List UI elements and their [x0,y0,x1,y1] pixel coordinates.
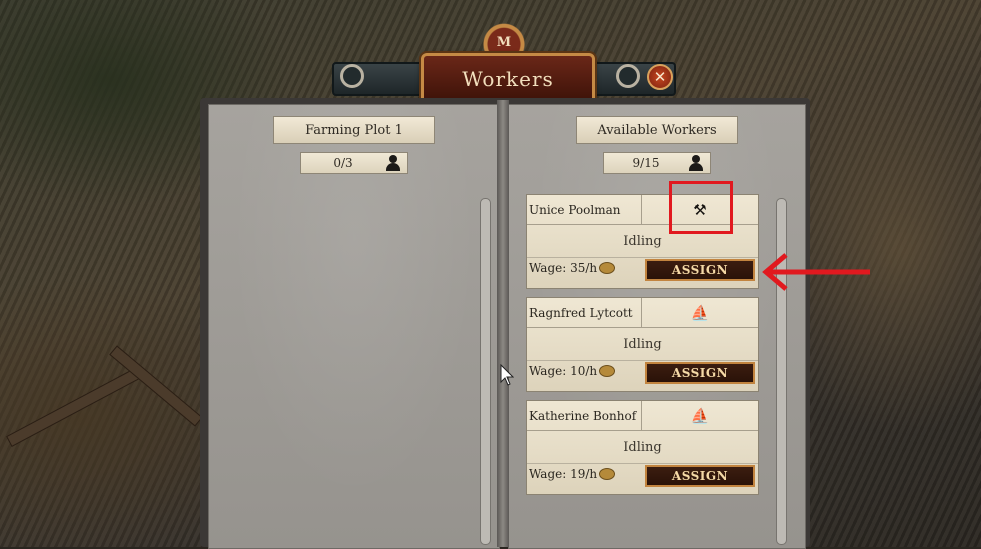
right-scrollbar[interactable] [776,198,787,545]
worker-wage: Wage: 19/h [529,467,616,481]
sailboat-icon[interactable]: ⛵ [642,401,758,431]
coin-icon [599,468,616,480]
close-button[interactable]: ✕ [647,64,673,90]
worker-wage: Wage: 10/h [529,364,616,378]
annotation-arrow-icon [762,253,870,291]
worker-status: Idling [527,328,758,361]
mouse-cursor-icon [500,364,514,386]
assign-button[interactable]: ASSIGN [645,259,755,281]
worker-wage: Wage: 35/h [529,261,616,275]
annotation-highlight-box [669,181,733,234]
coin-icon [599,365,616,377]
plot-worker-count: 0/3 [300,152,408,174]
gear-ornament-icon [616,64,640,88]
available-workers-label: Available Workers [576,116,738,144]
worker-card: Katherine Bonhof ⛵ Idling Wage: 19/h ASS… [526,400,759,495]
gear-ornament-icon [340,64,364,88]
person-icon [688,155,704,171]
worker-status: Idling [527,431,758,464]
coin-icon [599,262,616,274]
book-spine [497,100,509,547]
worker-name: Unice Poolman [527,195,642,225]
plot-name-label: Farming Plot 1 [273,116,435,144]
assign-button[interactable]: ASSIGN [645,465,755,487]
left-scrollbar[interactable] [480,198,491,545]
assign-button[interactable]: ASSIGN [645,362,755,384]
worker-name: Ragnfred Lytcott [527,298,642,328]
available-worker-count: 9/15 [603,152,711,174]
close-icon: ✕ [653,68,667,86]
person-icon [385,155,401,171]
worker-name: Katherine Bonhof [527,401,642,431]
sailboat-icon[interactable]: ⛵ [642,298,758,328]
worker-card: Ragnfred Lytcott ⛵ Idling Wage: 10/h ASS… [526,297,759,392]
